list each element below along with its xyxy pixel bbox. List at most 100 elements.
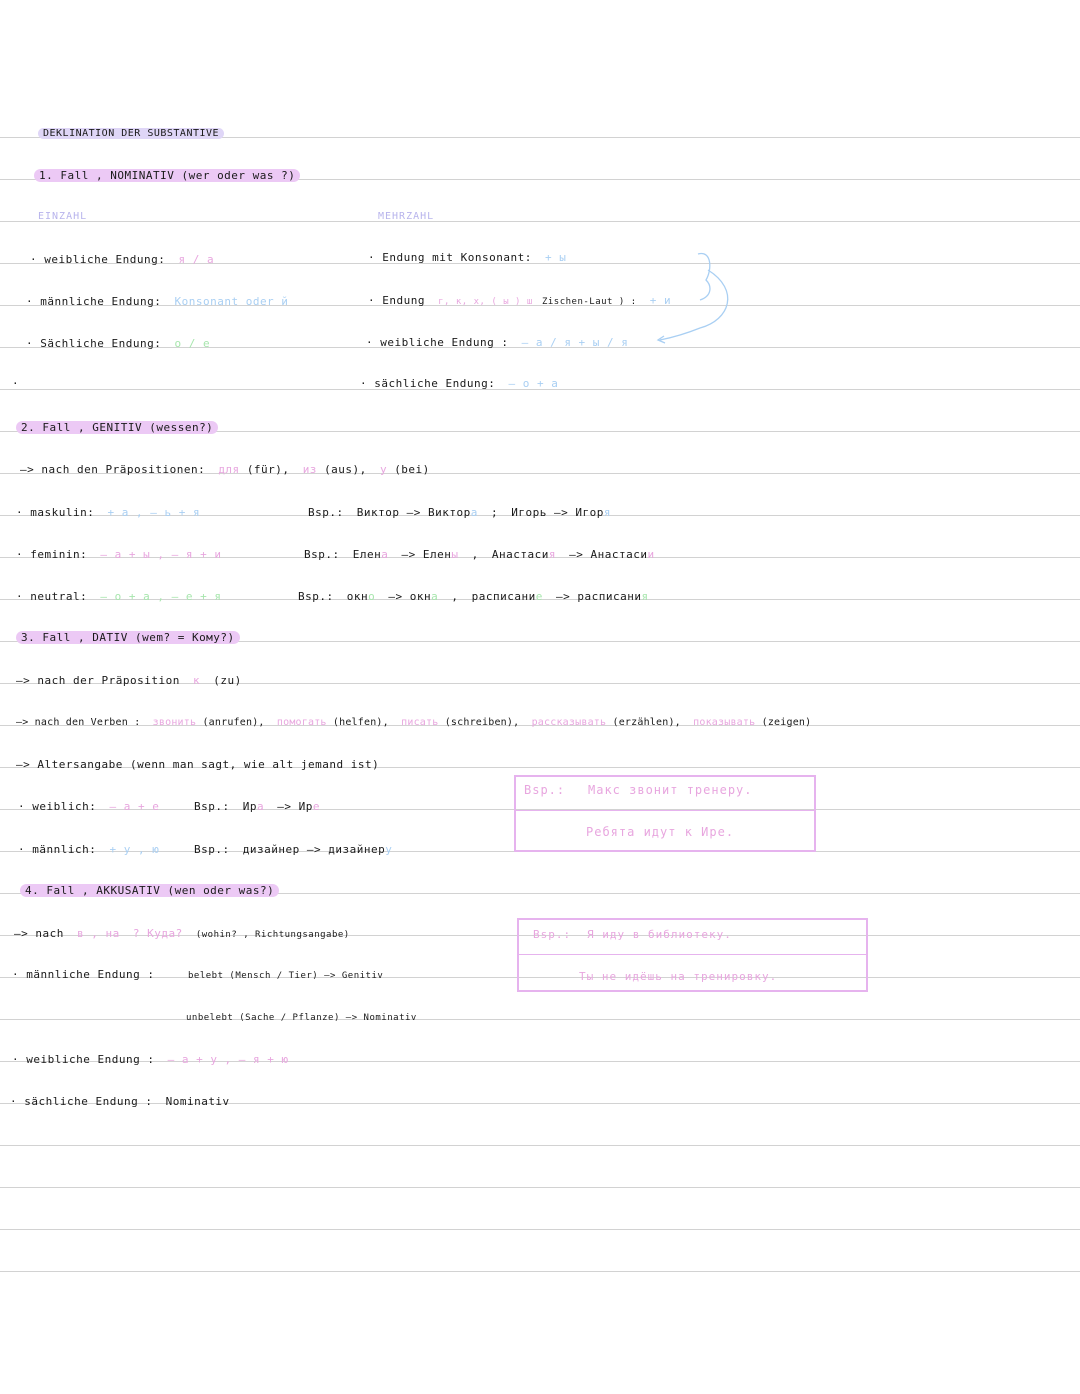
dativ-praep-de: (zu) (213, 674, 242, 687)
akkusativ-maenn-value-1: belebt (Mensch / Tier) –> Genitiv (188, 971, 384, 981)
genitiv-fem-example: Bsp.: Елена –> Елены , Анастасия –> Анас… (304, 548, 655, 562)
genitiv-neut-ex2-end: е (535, 590, 543, 603)
dativ-weib-ex-end: а (257, 800, 265, 813)
notebook-page: DEKLINATION DER SUBSTANTIVE 1. Fall , NO… (0, 0, 1080, 1394)
dativ-weib-example: Bsp.: Ира –> Ире (194, 800, 320, 814)
dativ-verb-2: помогать (276, 717, 327, 728)
genitiv-fem-label: · feminin: (16, 548, 88, 561)
dativ-verb-4: рассказывать (531, 717, 607, 728)
dativ-praep-row: –> nach der Präposition к (zu) (16, 674, 248, 688)
akkusativ-weib-row: · weibliche Endung : – а + у , – я + ю (12, 1053, 295, 1067)
dativ-weib-ex-result-end: е (312, 800, 320, 813)
genitiv-fem-row: · feminin: – а + ы , – я + и (16, 548, 227, 562)
akkusativ-maenn-label: · männliche Endung : (12, 968, 155, 981)
dativ-verb-1: звонить (152, 717, 197, 728)
genitiv-mask-value: + а , – ь + я (107, 506, 201, 519)
dativ-box-bsp: Bsp.: (524, 783, 566, 797)
genitiv-praep-3-de: (bei) (394, 463, 430, 476)
dativ-verb-5-de: (zeigen) (761, 717, 812, 728)
akkusativ-maenn-row: · männliche Endung : (12, 968, 160, 982)
dativ-verb-1-de: (anrufen), (202, 717, 265, 728)
akkusativ-example-box: Bsp.: Я иду в библиотеку. Ты не идёшь на… (517, 918, 868, 992)
genitiv-neut-ex1-end: о (368, 590, 376, 603)
genitiv-mask-ex1: Виктор –> Виктор (356, 506, 471, 519)
dativ-weib-ex-arrow: –> Ир (277, 800, 313, 813)
genitiv-neut-ex2: расписани (471, 590, 536, 603)
genitiv-neut-row: · neutral: – о + а , – е + я (16, 590, 227, 604)
dativ-verben-row: –> nach den Verben : звонить (anrufen), … (16, 716, 811, 730)
akkusativ-heading: 4. Fall , AKKUSATIV (wen oder was?) (20, 884, 280, 897)
akkusativ-nach-value: в , на (76, 927, 120, 940)
genitiv-fem-ex1-end: а (381, 548, 389, 561)
dativ-verb-3-de: (schreiben), (444, 717, 520, 728)
genitiv-heading: 2. Fall , GENITIV (wessen?) (16, 421, 219, 434)
dativ-example-box: Bsp.: Макс звонит тренеру. Ребята идут к… (514, 775, 816, 852)
genitiv-fem-ex1: Елен (352, 548, 382, 561)
genitiv-praep-label: –> nach den Präpositionen: (20, 463, 206, 476)
genitiv-neut-ex1-arrow: –> окн (388, 590, 432, 603)
akkusativ-box-bsp: Bsp.: (533, 928, 572, 941)
akkusativ-heading-row: 4. Fall , AKKUSATIV (wen oder was?) (20, 884, 280, 898)
genitiv-fem-ex2-arrow: –> Анастаси (569, 548, 648, 561)
akkusativ-weib-label: · weibliche Endung : (12, 1053, 155, 1066)
genitiv-fem-ex2-result-end: и (647, 548, 655, 561)
dativ-maenn-label: · männlich: (18, 843, 97, 856)
dativ-verb-3: писать (401, 717, 439, 728)
genitiv-fem-ex2: Анастаси (491, 548, 549, 561)
dativ-verb-5: показывать (693, 717, 756, 728)
genitiv-mask-bsp: Bsp.: (308, 506, 344, 519)
dativ-maenn-ex: дизайнер –> дизайнер (242, 843, 386, 856)
akkusativ-box-line-1: Я иду в библиотеку. (587, 928, 732, 941)
dativ-verben-label: –> nach den Verben : (16, 717, 141, 728)
genitiv-mask-example: Bsp.: Виктор –> Виктора ; Игорь –> Игоря (308, 506, 611, 520)
akkusativ-nach-label: –> nach (14, 927, 64, 940)
akkusativ-box-line-2: Ты не идёшь на тренировку. (579, 970, 778, 983)
genitiv-mask-ex2: Игорь –> Игор (511, 506, 604, 519)
akkusativ-maenn-value-2: unbelebt (Sache / Pflanze) –> Nominativ (186, 1013, 417, 1023)
genitiv-mask-row: · maskulin: + а , – ь + я (16, 506, 206, 520)
genitiv-mask-ex2-end: я (603, 506, 611, 519)
genitiv-fem-ex1-arrow: –> Елен (401, 548, 452, 561)
genitiv-mask-semicolon: ; (490, 506, 499, 519)
dativ-alter: –> Altersangabe (wenn man sagt, wie alt … (16, 758, 380, 771)
genitiv-praep-1-de: (für), (246, 463, 290, 476)
genitiv-praep-2: из (302, 463, 317, 476)
genitiv-fem-value: – а + ы , – я + и (100, 548, 222, 561)
genitiv-fem-ex1-result-end: ы (451, 548, 459, 561)
dativ-verb-4-de: (erzählen), (612, 717, 681, 728)
genitiv-neut-ex1-result-end: а (431, 590, 439, 603)
genitiv-neut-ex2-arrow: –> расписани (555, 590, 642, 603)
dativ-weib-value: – а + е (109, 800, 160, 813)
dativ-maenn-bsp: Bsp.: (194, 843, 230, 856)
dativ-maenn-value: + у , ю (109, 843, 160, 856)
dativ-weib-ex: Ир (242, 800, 257, 813)
dativ-box-line-2: Ребята идут к Ире. (586, 825, 735, 839)
dativ-verb-2-de: (helfen), (332, 717, 389, 728)
dativ-maenn-example: Bsp.: дизайнер –> дизайнеру (194, 843, 392, 857)
dativ-box-divider (516, 810, 814, 811)
genitiv-mask-ex1-end: а (470, 506, 478, 519)
genitiv-neut-label: · neutral: (16, 590, 88, 603)
bracket-arrow-icon (656, 252, 729, 344)
akkusativ-box-divider (519, 954, 866, 955)
genitiv-neut-example: Bsp.: окно –> окна , расписание –> распи… (298, 590, 649, 604)
akkusativ-weib-value: – а + у , – я + ю (167, 1053, 289, 1066)
genitiv-fem-bsp: Bsp.: (304, 548, 340, 561)
dativ-weib-bsp: Bsp.: (194, 800, 230, 813)
dativ-alter-row: –> Altersangabe (wenn man sagt, wie alt … (16, 758, 379, 772)
dativ-weib-label: · weiblich: (18, 800, 97, 813)
genitiv-heading-row: 2. Fall , GENITIV (wessen?) (16, 421, 219, 435)
genitiv-fem-comma: , (471, 548, 479, 561)
genitiv-praep-3: у (379, 463, 388, 476)
akkusativ-saech-value: Nominativ (165, 1095, 230, 1108)
genitiv-neut-ex2-result-end: я (641, 590, 649, 603)
dativ-maenn-row: · männlich: + у , ю (18, 843, 165, 857)
genitiv-praep-2-de: (aus), (324, 463, 367, 476)
genitiv-praep-1: для (218, 463, 240, 476)
akkusativ-nach-row: –> nach в , на ? Куда? (wohin? , Richtun… (14, 927, 356, 942)
akkusativ-nach-de: (wohin? , Richtungsangabe) (195, 930, 350, 940)
dativ-praep: к (192, 674, 201, 687)
genitiv-mask-label: · maskulin: (16, 506, 95, 519)
akkusativ-saech-row: · sächliche Endung : Nominativ (10, 1095, 236, 1109)
genitiv-neut-bsp: Bsp.: (298, 590, 334, 603)
